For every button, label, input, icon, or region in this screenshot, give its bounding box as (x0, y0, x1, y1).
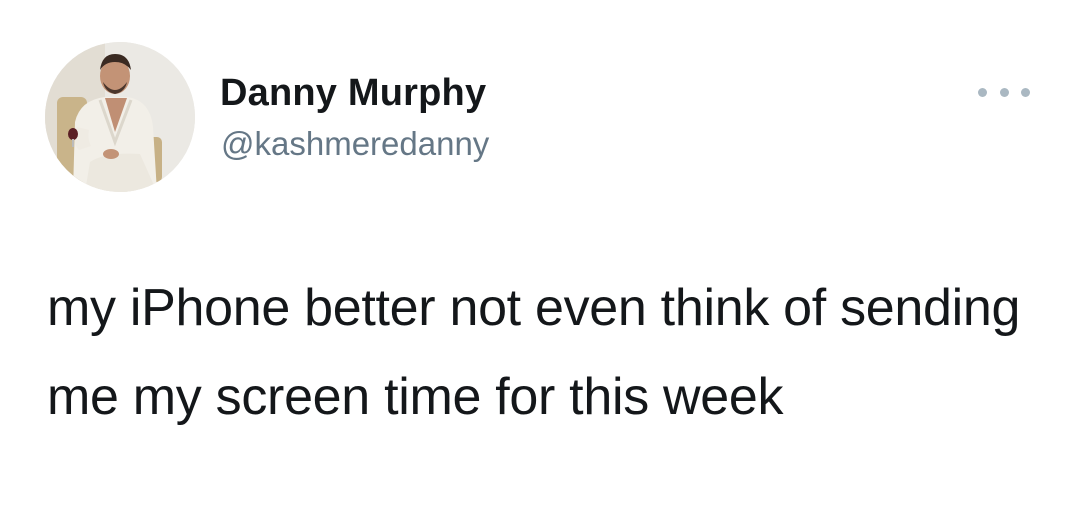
tweet-card: Danny Murphy @kashmeredanny my iPhone be… (0, 0, 1079, 526)
more-horizontal-icon (999, 87, 1009, 97)
tweet-text: my iPhone better not even think of sendi… (47, 279, 1021, 426)
profile-photo-icon (45, 42, 195, 192)
more-options-button[interactable] (978, 80, 1030, 104)
more-horizontal-icon (978, 87, 987, 97)
avatar[interactable] (45, 42, 195, 192)
author-handle[interactable]: @kashmeredanny (221, 125, 489, 163)
more-horizontal-icon (1021, 87, 1030, 97)
author-display-name[interactable]: Danny Murphy (220, 72, 486, 115)
